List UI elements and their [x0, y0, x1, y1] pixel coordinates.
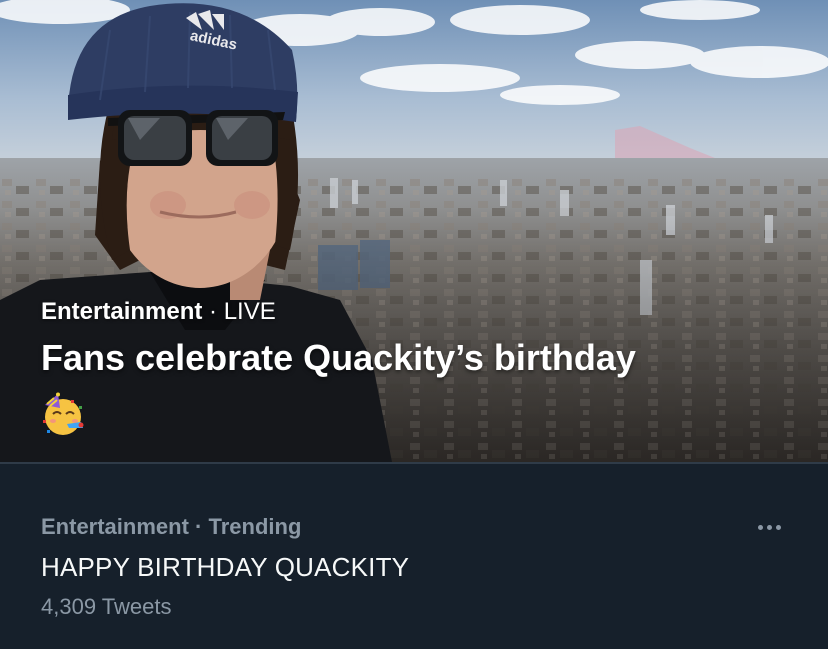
more-horizontal-icon — [775, 524, 781, 530]
trend-title[interactable]: HAPPY BIRTHDAY QUACKITY — [41, 552, 409, 583]
more-horizontal-icon — [757, 524, 763, 530]
trend-item[interactable]: Entertainment · Trending HAPPY BIRTHDAY … — [0, 464, 828, 649]
trend-separator: · — [195, 514, 203, 539]
hero-category: Entertainment — [41, 298, 203, 325]
hero-banner[interactable]: adidas Entertainment · LIVE Fans celebra… — [0, 0, 828, 462]
hero-live-status: LIVE — [223, 298, 276, 325]
hero-separator: · — [209, 298, 218, 325]
trend-meta: Entertainment · Trending — [41, 514, 301, 540]
hero-headline[interactable]: Fans celebrate Quackity’s birthday — [41, 336, 798, 380]
trending-card: adidas Entertainment · LIVE Fans celebra… — [0, 0, 828, 649]
hero-meta: Entertainment · LIVE — [41, 296, 798, 328]
hero-text-block: Entertainment · LIVE Fans celebrate Quac… — [41, 296, 798, 380]
more-options-button[interactable] — [744, 510, 794, 544]
partying-face-icon — [43, 392, 84, 435]
more-horizontal-icon — [766, 524, 772, 530]
trend-category: Entertainment — [41, 514, 189, 539]
trend-status: Trending — [208, 514, 302, 539]
hero-image: adidas — [0, 0, 828, 462]
tweet-count: 4,309 Tweets — [41, 594, 172, 619]
